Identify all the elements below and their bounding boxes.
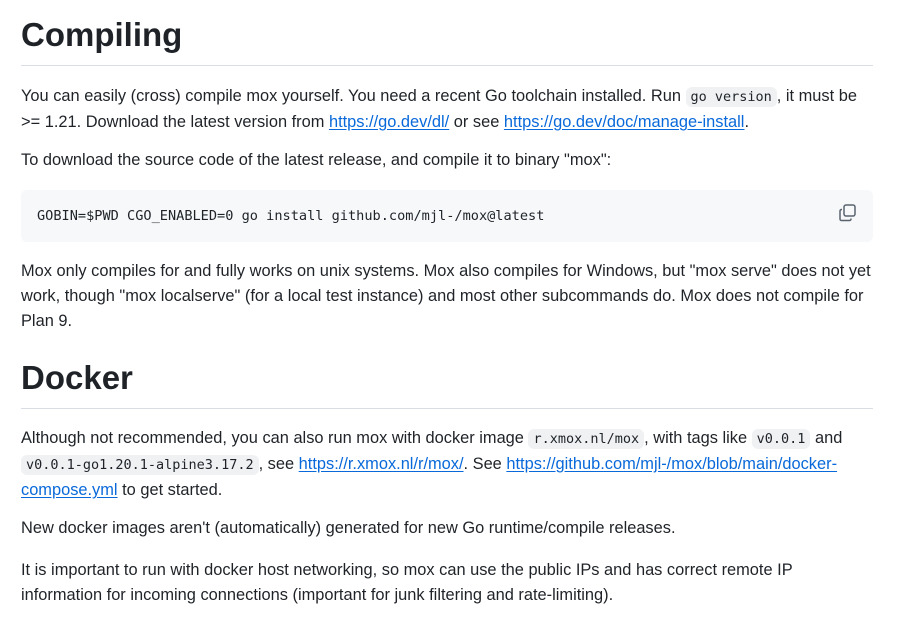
inline-code-image: r.xmox.nl/mox — [528, 429, 645, 449]
copy-button[interactable] — [837, 202, 859, 224]
inline-code-go-version: go version — [685, 87, 777, 107]
text: , see — [258, 455, 299, 473]
heading-docker: Docker — [21, 358, 873, 409]
inline-code-tag-short: v0.0.1 — [751, 429, 811, 449]
text: Although not recommended, you can also r… — [21, 429, 529, 447]
copy-icon — [839, 204, 856, 222]
link-go-dl[interactable]: https://go.dev/dl/ — [329, 113, 449, 131]
code-command: GOBIN=$PWD CGO_ENABLED=0 go install gith… — [37, 208, 545, 224]
text: to get started. — [117, 481, 223, 499]
compiling-intro-paragraph: You can easily (cross) compile mox yours… — [21, 84, 873, 135]
compiling-download-paragraph: To download the source code of the lates… — [21, 151, 612, 169]
text: , with tags like — [644, 429, 752, 447]
text: You can easily (cross) compile mox yours… — [21, 87, 686, 105]
text: . See — [463, 455, 507, 473]
text: . — [744, 113, 750, 131]
code-block: GOBIN=$PWD CGO_ENABLED=0 go install gith… — [21, 190, 873, 242]
heading-compiling: Compiling — [21, 15, 873, 66]
text: and — [810, 429, 843, 447]
docker-images-paragraph: New docker images aren't (automatically)… — [21, 519, 676, 537]
link-manage-install[interactable]: https://go.dev/doc/manage-install — [504, 113, 745, 131]
compiling-platform-paragraph: Mox only compiles for and fully works on… — [21, 262, 871, 330]
docker-intro-paragraph: Although not recommended, you can also r… — [21, 426, 873, 503]
docker-networking-paragraph: It is important to run with docker host … — [21, 561, 793, 604]
text: or see — [449, 113, 504, 131]
link-registry[interactable]: https://r.xmox.nl/r/mox/ — [299, 455, 464, 473]
inline-code-tag-long: v0.0.1-go1.20.1-alpine3.17.2 — [21, 455, 259, 475]
readme-page: Compiling You can easily (cross) compile… — [0, 0, 900, 627]
